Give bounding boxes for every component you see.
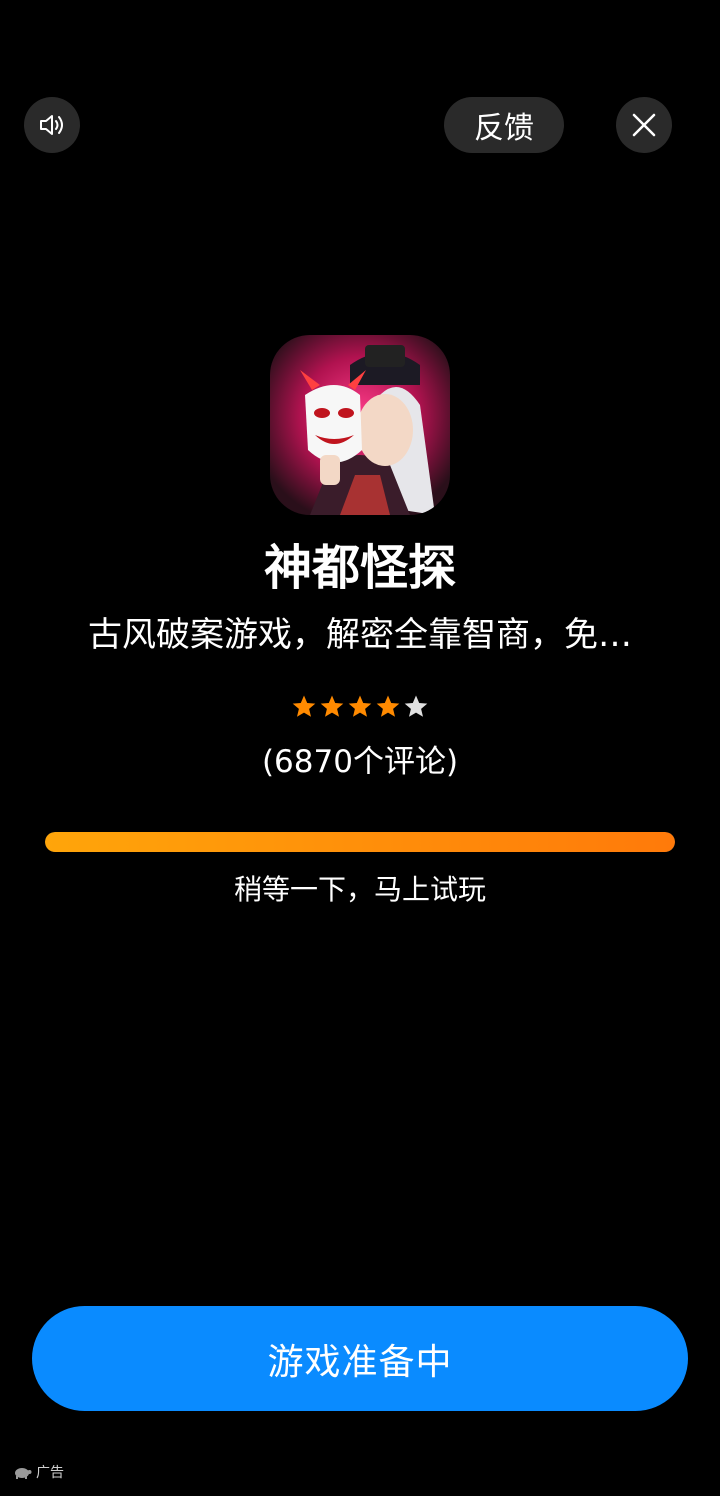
progress-text: 稍等一下，马上试玩 bbox=[233, 873, 486, 906]
review-count: (6870个评论) bbox=[261, 744, 459, 780]
sound-button[interactable] bbox=[24, 97, 80, 153]
speaker-icon bbox=[40, 115, 63, 135]
progress-fill bbox=[45, 832, 675, 852]
close-icon bbox=[632, 113, 656, 137]
star-filled-icon bbox=[292, 695, 316, 717]
ad-badge: 广告 bbox=[12, 1462, 64, 1482]
star-filled-icon bbox=[348, 695, 372, 717]
progress-bar bbox=[45, 832, 675, 852]
star-empty-icon bbox=[404, 695, 428, 717]
star-filled-icon bbox=[320, 695, 344, 717]
feedback-button[interactable]: 反馈 bbox=[444, 97, 564, 153]
star-filled-icon bbox=[376, 695, 400, 717]
turtle-icon bbox=[15, 1468, 32, 1479]
app-description: 古风破案游戏，解密全靠智商，免… bbox=[88, 615, 632, 655]
app-title: 神都怪探 bbox=[263, 540, 456, 596]
ad-text: 广告 bbox=[36, 1465, 64, 1481]
star-rating bbox=[0, 694, 720, 720]
app-icon bbox=[270, 335, 450, 515]
close-button[interactable] bbox=[616, 97, 672, 153]
game-loading-button[interactable]: 游戏准备中 bbox=[32, 1306, 688, 1411]
